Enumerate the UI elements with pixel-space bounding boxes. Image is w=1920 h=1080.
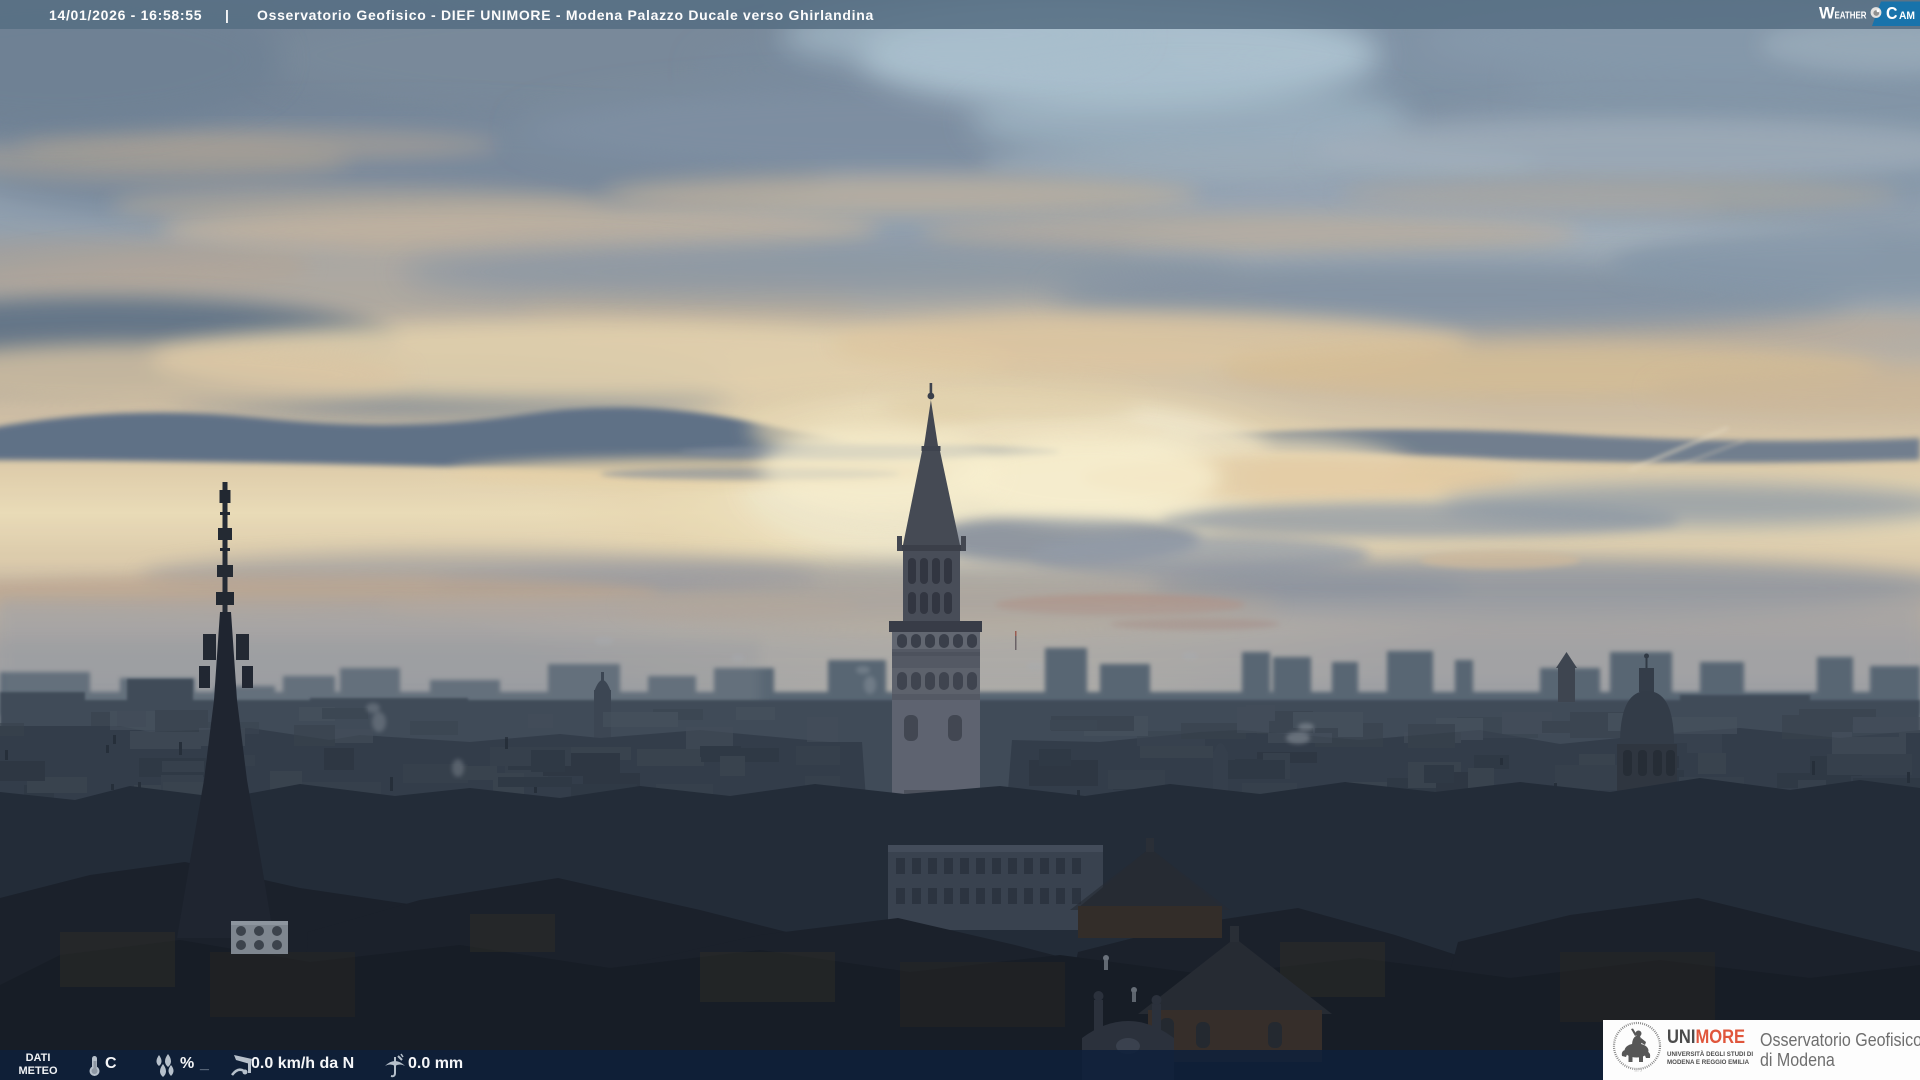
- svg-text:W: W: [1819, 5, 1835, 23]
- svg-text:EATHER: EATHER: [1835, 11, 1867, 22]
- svg-text:AM: AM: [1899, 10, 1915, 22]
- svg-text:1175: 1175: [1634, 1068, 1642, 1073]
- svg-text:C: C: [1886, 3, 1898, 23]
